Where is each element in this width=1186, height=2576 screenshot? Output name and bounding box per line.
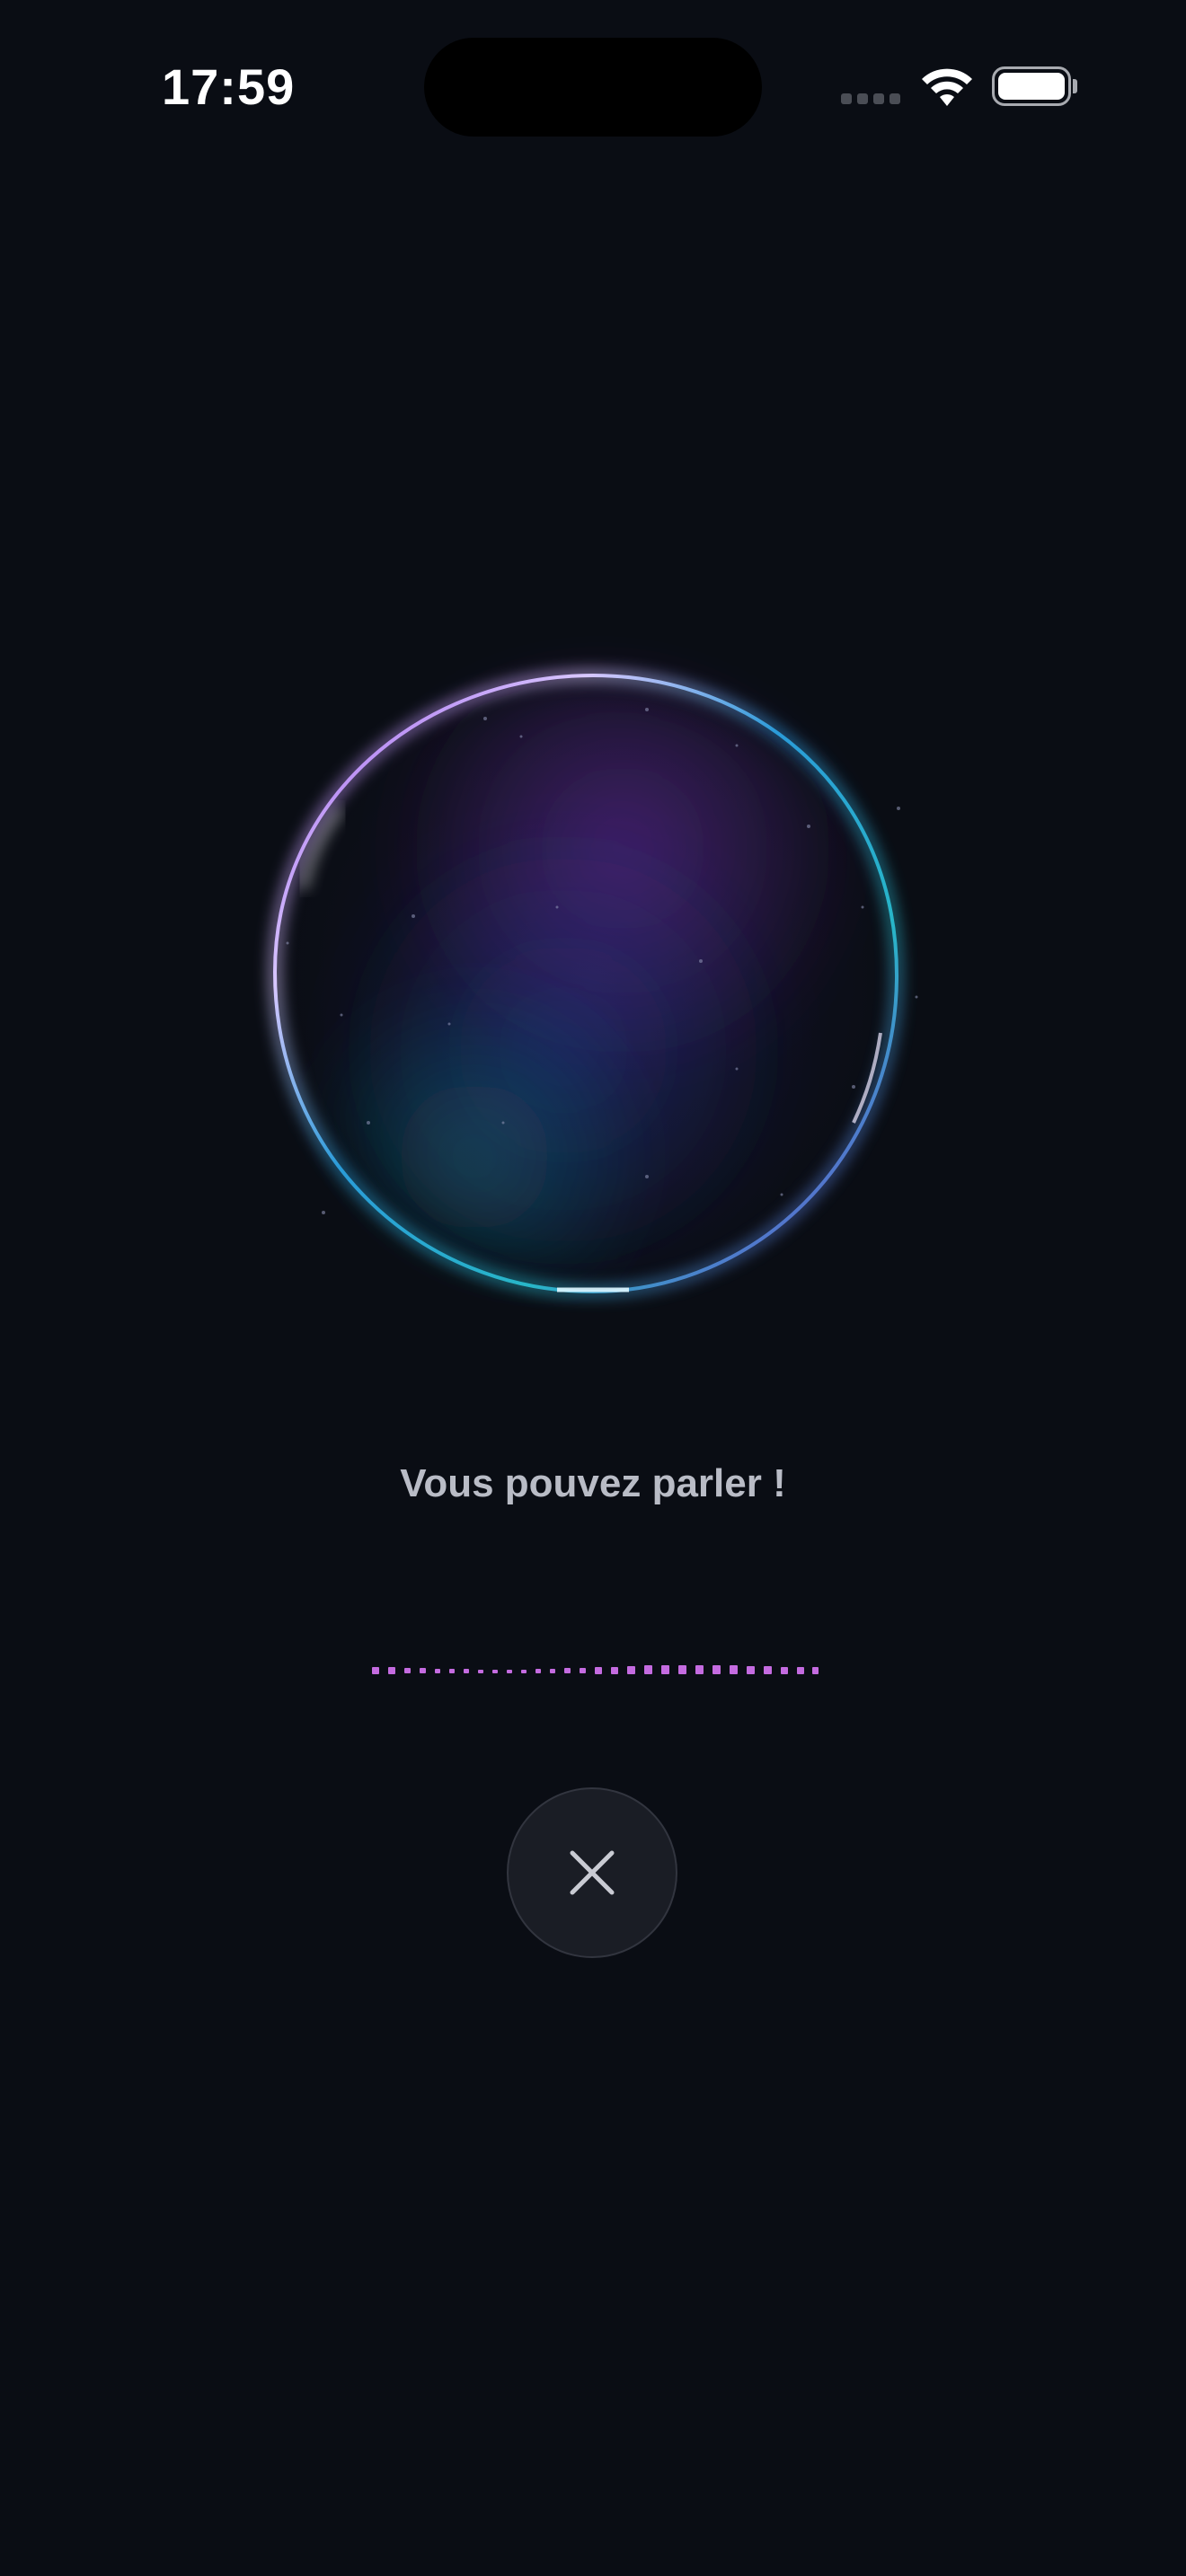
voice-orb [234,620,952,1338]
battery-cap [1073,79,1077,93]
cellular-signal-icon [841,93,902,106]
status-time: 17:59 [162,58,296,115]
dynamic-island [424,38,762,137]
close-icon [570,1850,615,1895]
voice-prompt-text: Vous pouvez parler ! [400,1461,786,1505]
voice-input-screen: 17:59 Vous pouvez parler ! [0,0,1186,2576]
wifi-icon [922,68,972,106]
close-button[interactable] [507,1787,677,1958]
voice-orb-graphic [268,668,918,1299]
audio-level-meter [372,1665,819,1674]
battery-icon [992,66,1071,106]
